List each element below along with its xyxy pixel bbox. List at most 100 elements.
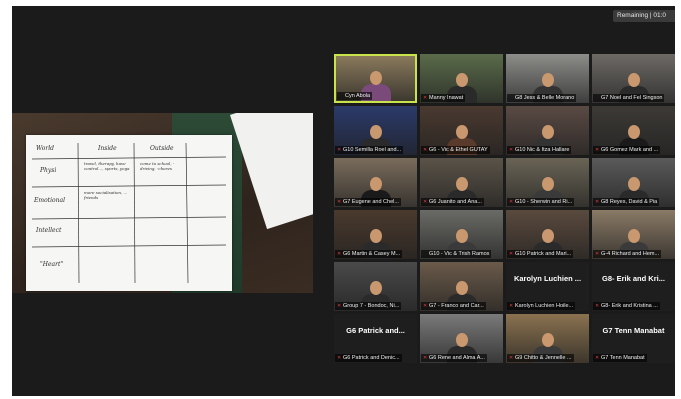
participant-name-label: ✕ G8- Erik and Kristina ...	[593, 302, 660, 310]
participant-name-label: ✕ G10 Nic & Itza Hallare	[507, 146, 572, 154]
participant-name-label: ✕ G8 Reyes, David & Pia	[593, 198, 660, 206]
participant-name-text: Group 7 - Bondoc, Ni...	[343, 303, 400, 309]
participant-name-text: G6 - Vic & Ethel GUTAY	[429, 147, 488, 153]
participant-name-text: G10 - Vic & Trish Ramos	[429, 251, 490, 257]
participant-name-label: ✕ G6 Martin & Casey M...	[335, 250, 403, 258]
participant-name-text: Manny Inawat	[429, 95, 464, 101]
participant-name-label: ✕ G6 Rene and Alma A...	[421, 354, 487, 362]
participant-name-text: G10 Nic & Itza Hallare	[515, 147, 570, 153]
participant-name-text: G7 Noel and Fel Singson	[601, 95, 663, 101]
participant-name-label: ✕ G6 Patrick and Denic...	[335, 354, 402, 362]
participant-tile[interactable]: ✕ G7 Eugene and Chel...	[334, 158, 417, 207]
muted-mic-icon: ✕	[337, 199, 342, 205]
muted-mic-icon: ✕	[509, 199, 514, 205]
participant-tile[interactable]: ✕ Manny Inawat	[420, 54, 503, 103]
participant-name-label: ✕ Karolyn Luchien Hoile...	[507, 302, 576, 310]
whiteboard-paper: World Inside Outside Physi Emotional Int…	[26, 135, 232, 291]
muted-mic-icon: ✕	[595, 199, 600, 205]
participant-tile[interactable]: ✕ G6 Martin & Casey M...	[334, 210, 417, 259]
participant-tile[interactable]: ✕ G7 - Franco and Car...	[420, 262, 503, 311]
participant-tile[interactable]: ✕ G6 - Vic & Ethel GUTAY	[420, 106, 503, 155]
participant-name-text: Karolyn Luchien Hoile...	[515, 303, 574, 309]
participant-tile[interactable]: G8- Erik and Kri... ✕ G8- Erik and Kristin…	[592, 262, 675, 311]
participant-name-text: G8- Erik and Kristina ...	[601, 303, 658, 309]
participant-tile[interactable]: G7 Noel and Fel Singson	[592, 54, 675, 103]
participant-tile[interactable]: ✕ G6 Juanito and Ana...	[420, 158, 503, 207]
participant-name-label: G8 Jess & Belle Morano	[507, 94, 577, 102]
participant-head	[541, 229, 554, 243]
participant-name-text: G8 Jess & Belle Morano	[515, 95, 575, 101]
muted-mic-icon: ✕	[337, 355, 342, 361]
participant-tile[interactable]: ✕ G10 Nic & Itza Hallare	[506, 106, 589, 155]
participant-head	[627, 177, 640, 191]
participant-tile[interactable]: ✕ G-4 Richard and Hem...	[592, 210, 675, 259]
participant-gallery: Cyn Abola ✕ Manny Inawat G8 Jess & Belle Mo…	[334, 54, 675, 363]
participant-name-label: ✕ G6 - Vic & Ethel GUTAY	[421, 146, 490, 154]
participant-display-name: Karolyn Luchien ...	[513, 274, 582, 283]
participant-name-text: G10 Semilla Roel and...	[343, 147, 402, 153]
participant-head	[541, 177, 554, 191]
row-label-physical: Physi	[40, 167, 57, 174]
participant-head	[455, 125, 468, 139]
note-inside-emotional: more socialisation, ... friends	[84, 190, 128, 200]
participant-tile[interactable]: ✕ Group 7 - Bondoc, Ni...	[334, 262, 417, 311]
participant-head	[369, 229, 382, 243]
participant-name-label: ✕ G6 Juanito and Ana...	[421, 198, 484, 206]
participant-name-label: Cyn Abola	[337, 92, 373, 100]
participant-name-text: G7 - Franco and Car...	[429, 303, 484, 309]
participant-tile[interactable]: ✕ G9 Chitto & Jennelle ...	[506, 314, 589, 363]
participant-name-text: G6 Juanito and Ana...	[429, 199, 482, 205]
column-header-world: World	[36, 145, 54, 152]
participant-name-label: G10 - Vic & Trish Ramos	[421, 250, 492, 258]
participant-display-name: G8- Erik and Kri...	[602, 274, 665, 283]
participant-tile[interactable]: ✕ G6 Gomez Mark and ...	[592, 106, 675, 155]
participant-tile[interactable]: G8 Jess & Belle Morano	[506, 54, 589, 103]
muted-mic-icon: ✕	[595, 251, 600, 257]
participant-tile[interactable]: ✕ G6 Rene and Alma A...	[420, 314, 503, 363]
participant-name-text: G10 Patrick and Mari...	[515, 251, 572, 257]
participant-name-label: ✕ G7 Tenn Manabat	[593, 354, 647, 362]
muted-mic-icon: ✕	[423, 355, 428, 361]
participant-head	[369, 71, 382, 85]
participant-name-label: ✕ G6 Gomez Mark and ...	[593, 146, 661, 154]
participant-name-text: G6 Rene and Alma A...	[429, 355, 485, 361]
participant-tile[interactable]: G10 - Vic & Trish Ramos	[420, 210, 503, 259]
participant-head	[627, 125, 640, 139]
muted-mic-icon: ✕	[337, 147, 342, 153]
participant-name-label: ✕ Group 7 - Bondoc, Ni...	[335, 302, 402, 310]
participant-name-text: G7 Eugene and Chel...	[343, 199, 399, 205]
participant-head	[369, 281, 382, 295]
participant-display-name: G6 Patrick and...	[346, 326, 405, 335]
participant-display-name: G7 Tenn Manabat	[602, 326, 665, 335]
participant-name-text: G6 Patrick and Denic...	[343, 355, 400, 361]
participant-tile[interactable]: G7 Tenn Manabat ✕ G7 Tenn Manabat	[592, 314, 675, 363]
muted-mic-icon: ✕	[337, 251, 342, 257]
note-inside-physical: travel, therapy, have control..., sports…	[84, 161, 130, 171]
muted-mic-icon: ✕	[595, 147, 600, 153]
participant-name-text: G8 Reyes, David & Pia	[601, 199, 658, 205]
participant-tile[interactable]: ✕ G10 - Sherwin and Ri...	[506, 158, 589, 207]
participant-head	[455, 73, 468, 87]
participant-tile[interactable]: ✕ G10 Patrick and Mari...	[506, 210, 589, 259]
participant-head	[541, 333, 554, 347]
row-label-heart: "Heart"	[40, 261, 64, 268]
participant-tile[interactable]: Cyn Abola	[334, 54, 417, 103]
participant-name-text: G6 Martin & Casey M...	[343, 251, 401, 257]
muted-mic-icon: ✕	[509, 147, 514, 153]
participant-head	[627, 73, 640, 87]
participant-name-label: ✕ G7 - Franco and Car...	[421, 302, 486, 310]
muted-mic-icon: ✕	[595, 355, 600, 361]
participant-name-text: G9 Chitto & Jennelle ...	[515, 355, 572, 361]
muted-mic-icon: ✕	[423, 95, 428, 101]
participant-head	[369, 125, 382, 139]
row-label-intellect: Intellect	[36, 227, 62, 234]
participant-tile[interactable]: ✕ G8 Reyes, David & Pia	[592, 158, 675, 207]
participant-tile[interactable]: ✕ G10 Semilla Roel and...	[334, 106, 417, 155]
muted-mic-icon: ✕	[423, 303, 428, 309]
shared-screen[interactable]: World Inside Outside Physi Emotional Int…	[12, 113, 313, 293]
participant-tile[interactable]: Karolyn Luchien ... ✕ Karolyn Luchien Hoil…	[506, 262, 589, 311]
participant-name-label: ✕ G10 Patrick and Mari...	[507, 250, 574, 258]
participant-tile[interactable]: G6 Patrick and... ✕ G6 Patrick and Denic..…	[334, 314, 417, 363]
muted-mic-icon: ✕	[509, 355, 514, 361]
participant-name-text: G10 - Sherwin and Ri...	[515, 199, 573, 205]
